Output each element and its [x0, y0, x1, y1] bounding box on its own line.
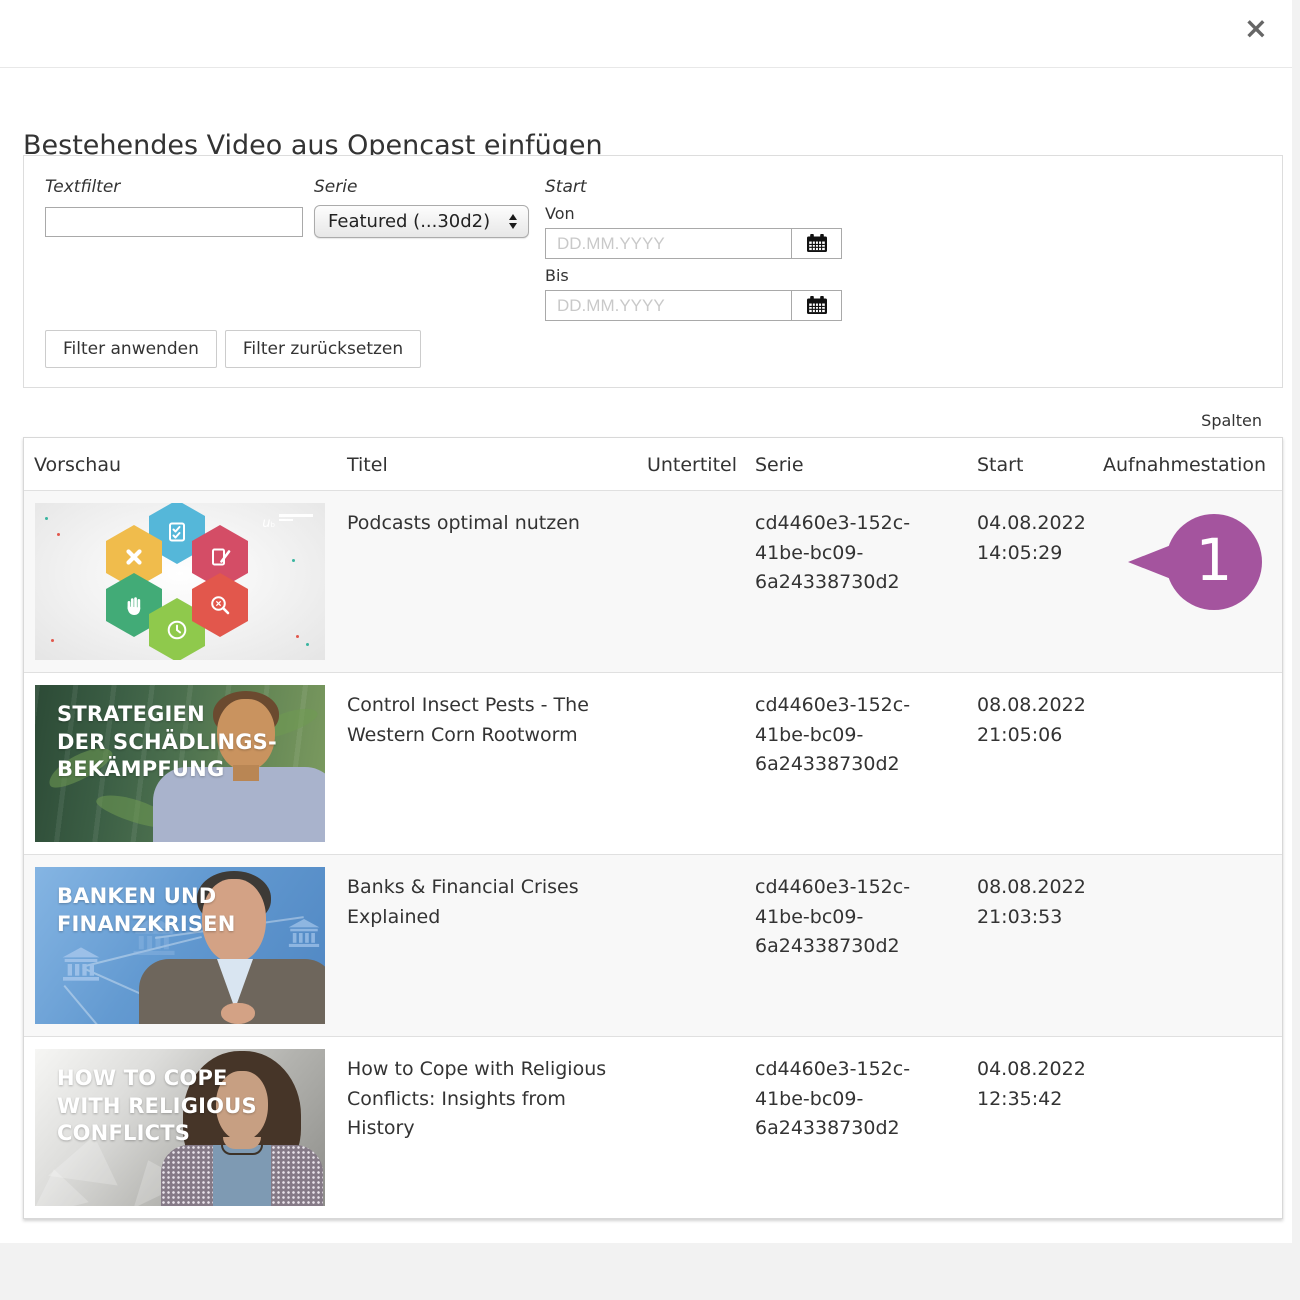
video-subtitle — [633, 1037, 745, 1218]
video-serie-id: cd4460e3-152c-41be-bc09-6a24338730d2 — [745, 855, 967, 1036]
header-start: Start — [967, 438, 1093, 490]
video-subtitle — [633, 491, 745, 672]
close-icon[interactable]: × — [1244, 14, 1268, 43]
serie-selected-value: Featured (...30d2) — [328, 211, 490, 232]
reset-filter-button[interactable]: Filter zurücksetzen — [225, 330, 421, 368]
video-subtitle — [633, 855, 745, 1036]
annotation-marker-1: 1 — [1128, 514, 1262, 610]
header-vorschau: Vorschau — [24, 438, 337, 490]
video-start-datetime: 04.08.2022 12:35:42 — [967, 1037, 1093, 1218]
video-thumbnail[interactable]: STRATEGIEN DER SCHÄDLINGS- BEKÄMPFUNG — [35, 685, 325, 842]
bank-icon — [61, 947, 101, 985]
header-aufnahmestation: Aufnahmestation — [1093, 438, 1282, 490]
video-title: Podcasts optimal nutzen — [337, 491, 633, 672]
video-title: Banks & Financial Crises Explained — [337, 855, 633, 1036]
video-thumbnail[interactable]: BANKEN UND FINANZKRISEN — [35, 867, 325, 1024]
von-label: Von — [545, 204, 842, 223]
video-results-table: Vorschau Titel Untertitel Serie Start Au… — [23, 437, 1283, 1219]
video-station — [1093, 673, 1282, 854]
marker-number: 1 — [1166, 514, 1262, 610]
video-start-datetime: 08.08.2022 21:03:53 — [967, 855, 1093, 1036]
hand-icon — [122, 593, 146, 617]
header-untertitel: Untertitel — [633, 438, 745, 490]
table-row[interactable]: ub — [24, 490, 1282, 672]
date-from-input[interactable] — [545, 228, 792, 259]
calendar-from-button[interactable] — [792, 228, 842, 259]
thumbnail-overlay-text: STRATEGIEN DER SCHÄDLINGS- BEKÄMPFUNG — [57, 701, 277, 784]
textfilter-label: Textfilter — [45, 177, 303, 197]
checklist-icon — [165, 520, 189, 544]
bis-label: Bis — [545, 266, 842, 285]
calendar-icon — [806, 296, 828, 315]
thumbnail-overlay-text: BANKEN UND FINANZKRISEN — [57, 883, 236, 938]
video-station — [1093, 1037, 1282, 1218]
video-title: Control Insect Pests - The Western Corn … — [337, 673, 633, 854]
serie-select[interactable]: Featured (...30d2) — [314, 205, 529, 238]
apply-filter-button[interactable]: Filter anwenden — [45, 330, 217, 368]
start-filter-label: Start — [545, 177, 842, 197]
video-start-datetime: 04.08.2022 14:05:29 — [967, 491, 1093, 672]
video-thumbnail[interactable]: HOW TO COPE WITH RELIGIOUS CONFLICTS — [35, 1049, 325, 1206]
serie-label: Serie — [314, 177, 529, 197]
clipboard-pen-icon — [208, 545, 232, 569]
bank-icon — [287, 919, 321, 951]
table-row[interactable]: STRATEGIEN DER SCHÄDLINGS- BEKÄMPFUNG Co… — [24, 672, 1282, 854]
university-logo: ub — [262, 512, 313, 531]
columns-chooser-button[interactable]: Spalten — [1201, 411, 1262, 430]
magnifier-icon — [208, 593, 232, 617]
thumbnail-overlay-text: HOW TO COPE WITH RELIGIOUS CONFLICTS — [57, 1065, 257, 1148]
textfilter-input[interactable] — [45, 207, 303, 237]
table-header-row: Vorschau Titel Untertitel Serie Start Au… — [24, 438, 1282, 490]
clock-icon — [165, 618, 189, 642]
header-titel: Titel — [337, 438, 633, 490]
video-serie-id: cd4460e3-152c-41be-bc09-6a24338730d2 — [745, 491, 967, 672]
video-subtitle — [633, 673, 745, 854]
video-start-datetime: 08.08.2022 21:05:06 — [967, 673, 1093, 854]
video-title: How to Cope with Religious Conflicts: In… — [337, 1037, 633, 1218]
table-row[interactable]: BANKEN UND FINANZKRISEN Banks & Financia… — [24, 854, 1282, 1036]
table-row[interactable]: HOW TO COPE WITH RELIGIOUS CONFLICTS How… — [24, 1036, 1282, 1218]
video-station — [1093, 855, 1282, 1036]
video-thumbnail[interactable]: ub — [35, 503, 325, 660]
x-icon — [122, 545, 146, 569]
modal-header-bar: × — [0, 0, 1292, 68]
opencast-video-modal: × Bestehendes Video aus Opencast einfüge… — [0, 0, 1292, 1243]
header-serie: Serie — [745, 438, 967, 490]
filter-panel: Textfilter Serie Featured (...30d2) Star… — [23, 155, 1283, 388]
date-to-input[interactable] — [545, 290, 792, 321]
video-serie-id: cd4460e3-152c-41be-bc09-6a24338730d2 — [745, 1037, 967, 1218]
select-arrows-icon — [509, 214, 517, 229]
video-serie-id: cd4460e3-152c-41be-bc09-6a24338730d2 — [745, 673, 967, 854]
calendar-icon — [806, 234, 828, 253]
calendar-to-button[interactable] — [792, 290, 842, 321]
